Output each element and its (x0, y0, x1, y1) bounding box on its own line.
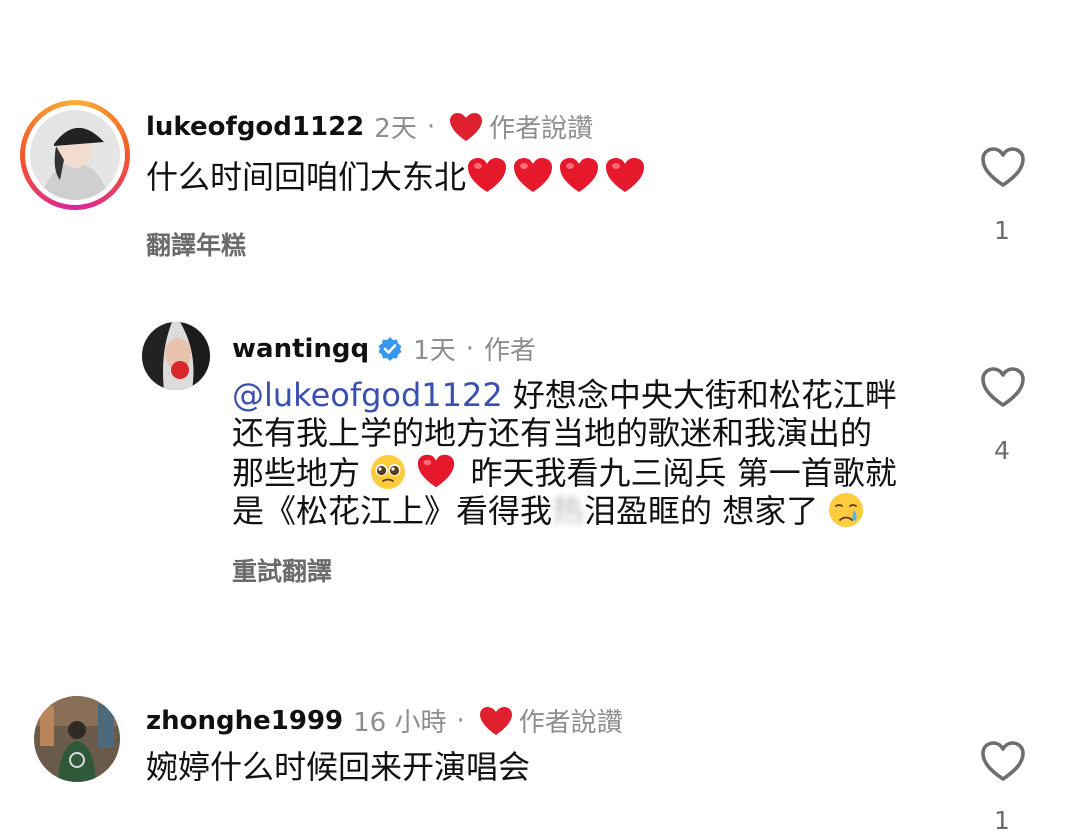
username[interactable]: zhonghe1999 (146, 706, 343, 736)
crying-face-emoji (829, 493, 864, 527)
heart-filled-icon (479, 706, 512, 735)
meta-separator: · (465, 333, 474, 364)
reply-line-2: 还有我上学的地方还有当地的歌迷和我演出的 (232, 414, 873, 452)
comment-meta: wantingq 1天 · 作者 (232, 330, 536, 367)
username[interactable]: wantingq (232, 334, 369, 364)
red-heart-emoji (514, 158, 553, 192)
author-badge: 作者 (483, 336, 536, 366)
avatar-wantingq[interactable] (142, 322, 210, 390)
reply-text: 那些地方 (232, 454, 361, 492)
username[interactable]: lukeofgod1122 (146, 112, 364, 142)
like-count: 1 (994, 216, 1010, 245)
translate-button[interactable]: 翻譯年糕 (146, 226, 246, 262)
verified-badge-icon (378, 336, 402, 361)
comment-meta: zhonghe1999 16 小時 · 作者說讚 (146, 702, 623, 739)
avatar-lukeofgod1122 (30, 110, 120, 200)
comment-text-content: 什么时间回咱们大东北 (146, 158, 467, 196)
heart-outline-icon[interactable] (980, 366, 1026, 408)
reply-text: 泪盈眶的 想家了 (584, 492, 819, 530)
comment-time: 16 小時 (353, 708, 447, 738)
red-heart-emoji (468, 158, 507, 192)
meta-separator: · (426, 111, 436, 142)
like-count: 1 (994, 806, 1010, 835)
reply-line-4: 是《松花江上》看得我热泪盈眶的 想家了 (232, 492, 864, 530)
pleading-face-emoji (371, 455, 406, 489)
red-heart-emoji (560, 158, 599, 192)
heart-outline-icon[interactable] (980, 740, 1026, 782)
mention-link[interactable]: @lukeofgod1122 (232, 376, 503, 414)
avatar-zhonghe1999[interactable] (34, 696, 120, 782)
like-count: 4 (994, 436, 1010, 465)
red-heart-emoji (606, 158, 645, 192)
reply-text: 好想念中央大街和松花江畔 (512, 376, 897, 414)
comment-time: 1天 (413, 336, 456, 366)
reply-text: 昨天我看九三阅兵 第一首歌就 (470, 454, 897, 492)
retry-translate-button[interactable]: 重試翻譯 (232, 552, 332, 588)
heart-filled-icon (450, 112, 483, 141)
avatar-story-ring[interactable] (20, 100, 130, 210)
comment-text: 什么时间回咱们大东北 (146, 156, 650, 196)
meta-separator: · (456, 705, 465, 736)
heart-outline-icon[interactable] (980, 146, 1026, 188)
blurred-text: 热 (552, 492, 585, 530)
comment-text: 婉婷什么时候回来开演唱会 (146, 748, 531, 786)
author-liked-badge: 作者說讚 (518, 708, 623, 738)
comment-meta: lukeofgod1122 2天 · 作者說讚 (146, 108, 593, 145)
comment-time: 2天 (374, 114, 417, 144)
reply-line-1: @lukeofgod1122 好想念中央大街和松花江畔 (232, 376, 897, 414)
reply-text: 是《松花江上》看得我 (232, 492, 553, 530)
author-liked-badge: 作者說讚 (489, 114, 594, 144)
reply-line-3: 那些地方 昨天我看九三阅兵 第一首歌就 (232, 452, 897, 492)
red-heart-emoji (418, 454, 455, 488)
